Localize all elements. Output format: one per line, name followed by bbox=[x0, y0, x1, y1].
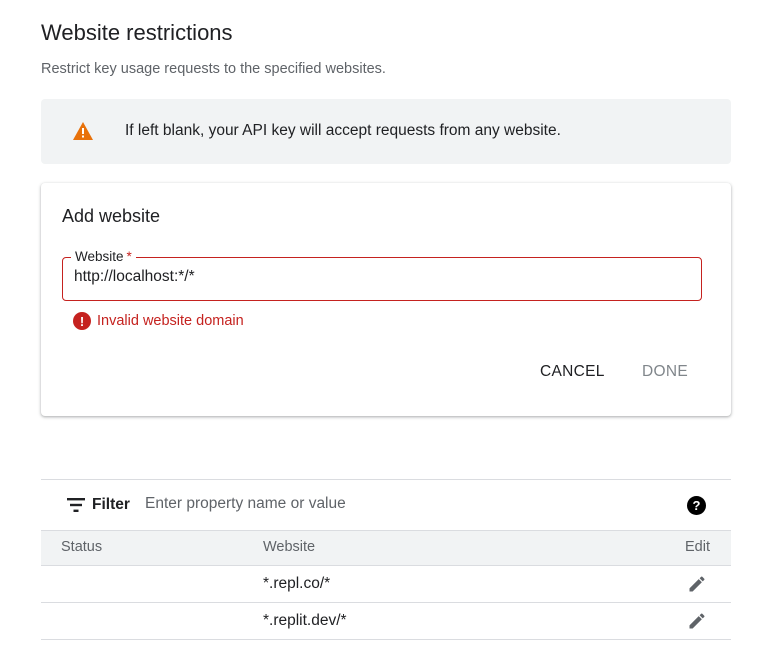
website-field: Website * bbox=[62, 248, 702, 301]
column-header-website: Website bbox=[263, 539, 316, 555]
pencil-icon[interactable] bbox=[687, 611, 707, 631]
validation-error: ! Invalid website domain bbox=[73, 311, 244, 331]
website-cell: *.repl.co/* bbox=[263, 575, 331, 592]
table-row: *.replit.dev/* bbox=[41, 603, 731, 640]
required-mark: * bbox=[126, 249, 132, 264]
page-subtitle: Restrict key usage requests to the speci… bbox=[41, 61, 386, 77]
website-label-text: Website bbox=[75, 249, 124, 264]
error-icon: ! bbox=[73, 312, 91, 330]
done-button[interactable]: DONE bbox=[642, 363, 688, 381]
table-header: Status Website Edit bbox=[41, 531, 731, 566]
website-cell: *.replit.dev/* bbox=[263, 612, 347, 629]
filter-label: Filter bbox=[92, 496, 130, 513]
banner-text: If left blank, your API key will accept … bbox=[125, 122, 561, 139]
card-title: Add website bbox=[62, 206, 161, 226]
warning-icon bbox=[73, 122, 93, 140]
filter-bar: Filter ? bbox=[41, 479, 731, 531]
error-text: Invalid website domain bbox=[97, 313, 244, 329]
table-row: *.repl.co/* bbox=[41, 566, 731, 603]
filter-icon[interactable] bbox=[67, 498, 85, 512]
website-input[interactable] bbox=[74, 268, 674, 286]
warning-banner: If left blank, your API key will accept … bbox=[41, 99, 731, 164]
help-icon[interactable]: ? bbox=[687, 496, 706, 515]
column-header-status: Status bbox=[61, 539, 103, 555]
column-header-edit: Edit bbox=[685, 539, 710, 555]
website-field-label: Website * bbox=[71, 248, 136, 266]
pencil-icon[interactable] bbox=[687, 574, 707, 594]
page-title: Website restrictions bbox=[41, 20, 233, 45]
filter-input[interactable] bbox=[145, 495, 545, 513]
cancel-button[interactable]: CANCEL bbox=[540, 363, 605, 381]
add-website-card: Add website Website* ! Invalid website d… bbox=[41, 183, 731, 416]
